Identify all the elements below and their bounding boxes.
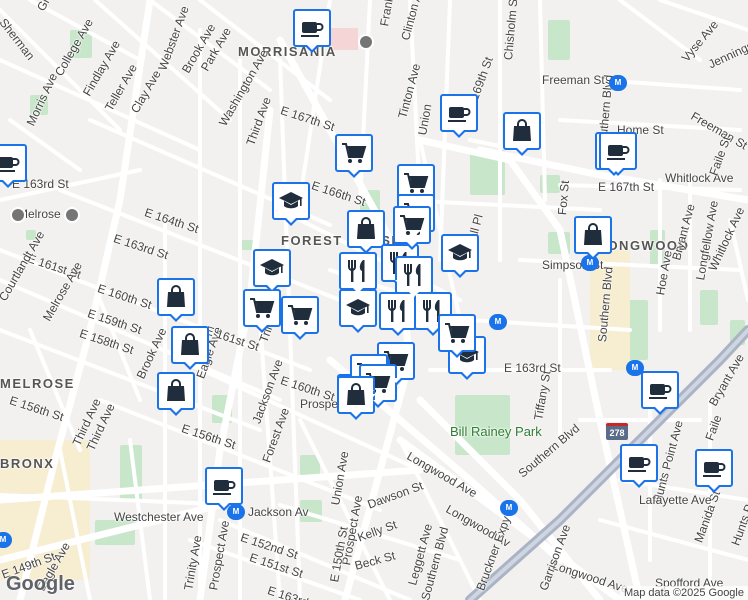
school-marker[interactable]: [441, 234, 479, 278]
coffee-cup-icon: [646, 376, 674, 404]
grocery-marker[interactable]: [335, 134, 373, 178]
shopping-cart-icon: [248, 294, 276, 322]
shopping-bag-icon: [508, 117, 536, 145]
school-marker[interactable]: [272, 182, 310, 226]
shopping-bag-icon: [579, 221, 607, 249]
grocery-marker[interactable]: [243, 289, 281, 333]
school-marker[interactable]: [339, 289, 377, 333]
street-label: E 167th St: [598, 180, 655, 194]
street-label: Whitlock Ave: [665, 171, 734, 185]
shop-marker[interactable]: [503, 112, 541, 156]
restaurant-marker[interactable]: [379, 292, 417, 336]
fork-knife-icon: [384, 297, 412, 325]
street-label: Lafayette Ave: [639, 493, 712, 507]
shop-marker[interactable]: [171, 326, 209, 370]
cafe-marker[interactable]: [695, 449, 733, 493]
cafe-marker[interactable]: [293, 9, 331, 53]
subway-station-icon: M: [609, 75, 627, 91]
subway-station-icon: M: [500, 500, 518, 516]
restaurant-marker[interactable]: [339, 252, 377, 296]
grocery-marker[interactable]: [438, 314, 476, 358]
route-278-shield: 278: [606, 423, 628, 440]
landmark-icon: [10, 207, 26, 223]
cafe-marker[interactable]: [0, 144, 27, 188]
coffee-cup-icon: [700, 454, 728, 482]
park-area: [700, 290, 718, 325]
shopping-cart-icon: [443, 319, 471, 347]
graduation-cap-icon: [277, 187, 305, 215]
google-logo: Google: [6, 573, 75, 595]
shop-marker[interactable]: [157, 372, 195, 416]
shop-marker[interactable]: [347, 210, 385, 254]
cafe-marker[interactable]: [205, 467, 243, 511]
shopping-cart-icon: [402, 169, 430, 197]
park-area: [548, 20, 570, 60]
map-canvas[interactable]: MORRISANIAFOREST HOUSESLONGWOODMELROSEBR…: [0, 0, 748, 600]
street: [538, 0, 547, 202]
park-label: Bill Rainey Park: [450, 424, 542, 439]
fork-knife-icon: [344, 257, 372, 285]
shopping-cart-icon: [286, 301, 314, 329]
cafe-marker[interactable]: [641, 371, 679, 415]
shopping-bag-icon: [176, 331, 204, 359]
coffee-cup-icon: [445, 99, 473, 127]
cafe-marker[interactable]: [620, 444, 658, 488]
coffee-cup-icon: [0, 149, 22, 177]
coffee-cup-icon: [604, 137, 632, 165]
shopping-bag-icon: [162, 283, 190, 311]
hospital-icon: [358, 34, 374, 50]
grocery-marker[interactable]: [281, 296, 319, 340]
restaurant-marker[interactable]: [395, 256, 433, 300]
street-label: Jackson Av: [248, 505, 309, 519]
subway-station-icon: M: [489, 314, 507, 330]
cafe-marker[interactable]: [440, 94, 478, 138]
grocery-marker[interactable]: [393, 206, 431, 250]
shop-marker[interactable]: [157, 278, 195, 322]
street-label: Westchester Ave: [114, 510, 204, 524]
school-marker[interactable]: [253, 249, 291, 293]
shopping-cart-icon: [340, 139, 368, 167]
coffee-cup-icon: [210, 472, 238, 500]
landmark-icon: [64, 207, 80, 223]
street-label: Fox St: [555, 179, 572, 216]
graduation-cap-icon: [344, 294, 372, 322]
neighborhood-label: BRONX: [0, 456, 55, 471]
neighborhood-label: MELROSE: [0, 376, 75, 391]
coffee-cup-icon: [298, 14, 326, 42]
coffee-cup-icon: [625, 449, 653, 477]
graduation-cap-icon: [258, 254, 286, 282]
cafe-marker[interactable]: [599, 132, 637, 176]
graduation-cap-icon: [446, 239, 474, 267]
shopping-bag-icon: [162, 377, 190, 405]
shopping-bag-icon: [352, 215, 380, 243]
street-label: Freeman St: [542, 73, 605, 87]
shop-marker[interactable]: [574, 216, 612, 260]
map-attribution[interactable]: Map data ©2025 Google: [619, 586, 748, 600]
